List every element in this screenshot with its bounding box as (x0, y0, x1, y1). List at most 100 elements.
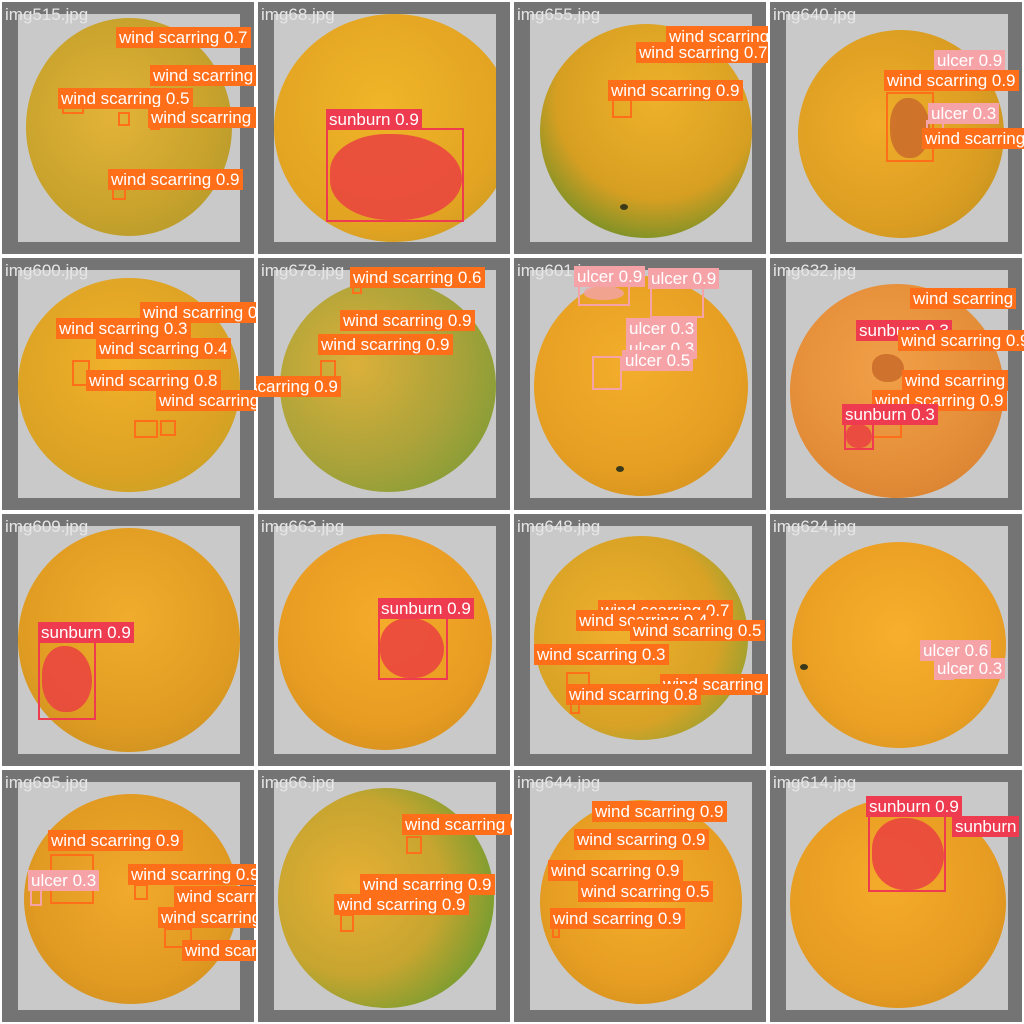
detection-label: wind scarring 0.9 (360, 874, 495, 895)
detection-label: wind scarring 0.7 (636, 42, 768, 63)
filename-label: img66.jpg (261, 773, 335, 792)
stem-spot (620, 204, 628, 210)
filename-label: img644.jpg (517, 773, 601, 792)
tile-img600[interactable]: img600.jpg wind scarring 0.9 wind scarri… (0, 256, 256, 512)
tile-img678[interactable]: img678.jpg wind scarring 0.6 wind scarri… (256, 256, 512, 512)
detection-label: sunburn 0.3 (842, 404, 938, 425)
filename-label: img648.jpg (517, 517, 601, 536)
detection-label: wind scarring 0.9 (334, 894, 469, 915)
detection-label: wind scarring 0.4 (182, 940, 256, 961)
detection-label: wind scarring 0.6 (350, 267, 485, 288)
filename-label: img609.jpg (5, 517, 89, 536)
filename-label: img614.jpg (773, 773, 857, 792)
detection-label: wind scarring 0.7 (116, 27, 251, 48)
detection-label: wind scarring 0.7 (150, 65, 256, 86)
wind-scarring-box (134, 420, 158, 438)
detection-label: wind scarring 0.9 (48, 830, 183, 851)
wind-scarring-box (406, 836, 422, 854)
tile-img66[interactable]: img66.jpg wind scarring 0.9 wind scarrin… (256, 768, 512, 1024)
detection-label: ulcer 0.3 (626, 318, 698, 339)
detection-label: wind scarring 0.9 (898, 330, 1024, 351)
detection-label: sunburn (952, 816, 1020, 837)
tile-img515[interactable]: img515.jpg wind scarring 0.7 wind scarri… (0, 0, 256, 256)
filename-label: img68.jpg (261, 5, 335, 24)
detection-label: wind scarring 0.9 (108, 169, 243, 190)
detection-label: sunburn 0.9 (326, 109, 422, 130)
sunburn-box (38, 640, 96, 720)
tile-img601[interactable]: img601.jpg ulcer 0.9 ulcer 0.9 ulcer 0.3… (512, 256, 768, 512)
detection-label: wind scarring (902, 370, 1009, 391)
sunburn-box (326, 128, 464, 222)
detection-label: wind scarring (922, 128, 1024, 149)
detection-label: wind scarring 0.9 (128, 864, 256, 885)
tile-img663[interactable]: img663.jpg sunburn 0.9 (256, 512, 512, 768)
tile-img68[interactable]: img68.jpg sunburn 0.9 (256, 0, 512, 256)
tile-img655[interactable]: img655.jpg wind scarring 0.8 wind scarri… (512, 0, 768, 256)
filename-label: img515.jpg (5, 5, 89, 24)
wind-scarring-box (134, 884, 148, 900)
detection-label: wind scarring 0.8 (156, 390, 256, 411)
stem-spot (800, 664, 808, 670)
tile-img632[interactable]: img632.jpg wind scarring sunburn 0.3 win… (768, 256, 1024, 512)
filename-label: img600.jpg (5, 261, 89, 280)
wind-scarring-box (340, 914, 354, 932)
tile-img644[interactable]: img644.jpg wind scarring 0.9 wind scarri… (512, 768, 768, 1024)
detection-label: wind scarring (910, 288, 1017, 309)
wind-scarring-box (160, 420, 176, 436)
filename-label: img624.jpg (773, 517, 857, 536)
wind-scarring-mask (872, 354, 904, 382)
detection-label: wind scarring 0.8 (566, 684, 701, 705)
ulcer-box (592, 356, 622, 390)
stem-spot (616, 466, 624, 472)
sunburn-box (378, 614, 448, 680)
tile-img624[interactable]: img624.jpg ulcer 0.6 ulcer 0.3 (768, 512, 1024, 768)
detection-label: wind scarring 0.8 (86, 370, 221, 391)
detection-label: wind scarring 0.9 (574, 829, 709, 850)
detection-label: wind scarring 0.9 (550, 908, 685, 929)
detection-label: sunburn 0.9 (378, 598, 474, 619)
detection-label: wind scarring 0.9 (548, 860, 683, 881)
tile-img614[interactable]: img614.jpg sunburn 0.9 sunburn (768, 768, 1024, 1024)
sunburn-mask (846, 424, 872, 448)
detection-label: ulcer 0.3 (928, 103, 1000, 124)
filename-label: img663.jpg (261, 517, 345, 536)
orange-fruit (534, 276, 748, 496)
detection-label: wind scarring 0.8 (158, 907, 256, 928)
filename-label: img678.jpg (261, 261, 345, 280)
tile-img640[interactable]: img640.jpg ulcer 0.9 wind scarring 0.9 u… (768, 0, 1024, 256)
tile-img695[interactable]: img695.jpg wind scarring 0.9 ulcer 0.3 w… (0, 768, 256, 1024)
detection-label: ulcer 0.9 (934, 50, 1006, 71)
detection-label: wind scarring 0.9 (318, 334, 453, 355)
wind-scarring-box (118, 112, 130, 126)
detection-label: scarring 0.9 (256, 376, 341, 397)
detection-label: wind scarring 0.5 (58, 88, 193, 109)
detection-label: ulcer 0.5 (622, 350, 694, 371)
detection-label: wind scarring 0.3 (534, 644, 669, 665)
fruit-photo (530, 270, 752, 498)
filename-label: img632.jpg (773, 261, 857, 280)
detection-label: wind scarring 0.9 (402, 814, 512, 835)
filename-label: img695.jpg (5, 773, 89, 792)
detection-label: wind scarring 0.5 (630, 620, 765, 641)
detection-label: wind scarring 0.9 (340, 310, 475, 331)
detection-label: wind scarring 0.9 (592, 801, 727, 822)
detection-label: wind scarring 0.9 (884, 70, 1019, 91)
detection-label: ulcer 0.3 (28, 870, 100, 891)
tile-img609[interactable]: img609.jpg sunburn 0.9 (0, 512, 256, 768)
detection-label: ulcer 0.9 (648, 268, 720, 289)
detection-label: wind scarring 0.6 (148, 107, 256, 128)
filename-label: img640.jpg (773, 5, 857, 24)
detection-label: wind scarring 0.3 (174, 886, 256, 907)
detection-label: wind scarring 0.4 (96, 338, 231, 359)
detection-mosaic: img515.jpg wind scarring 0.7 wind scarri… (0, 0, 1024, 1024)
ulcer-box (650, 286, 704, 318)
tile-img648[interactable]: img648.jpg wind scarring 0.7 wind scarri… (512, 512, 768, 768)
sunburn-box (868, 814, 946, 892)
detection-label: wind scarring 0.3 (56, 318, 191, 339)
fruit-photo (18, 14, 240, 242)
filename-label: img655.jpg (517, 5, 601, 24)
detection-label: ulcer 0.9 (574, 266, 646, 287)
detection-label: wind scarring 0.5 (578, 881, 713, 902)
detection-label: sunburn 0.9 (866, 796, 962, 817)
detection-label: wind scarring 0.9 (608, 80, 743, 101)
